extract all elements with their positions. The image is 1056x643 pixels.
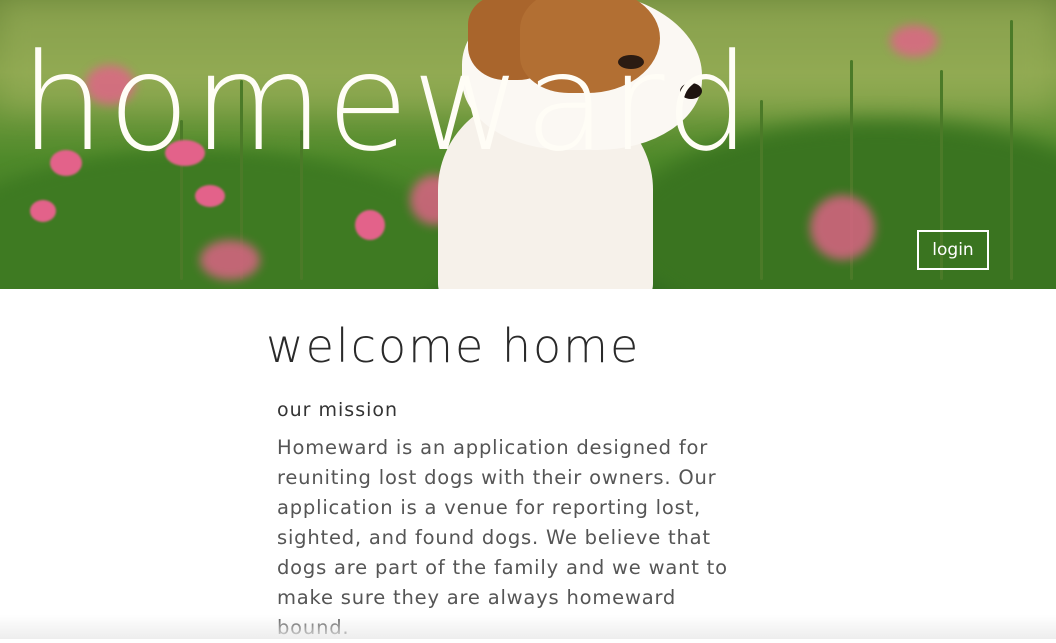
flower xyxy=(30,200,56,222)
mission-text: Homeward is an application designed for … xyxy=(277,436,728,639)
flower xyxy=(195,185,225,207)
flower xyxy=(810,195,875,260)
site-title: homeward xyxy=(20,25,754,181)
mission-heading: our mission xyxy=(277,399,399,421)
flower xyxy=(890,25,938,57)
flower xyxy=(200,240,260,280)
main-content: welcome home our mission Homeward is an … xyxy=(0,289,1056,639)
hero-banner: homeward login xyxy=(0,0,1056,289)
grass-stem xyxy=(1010,20,1013,280)
login-button[interactable]: login xyxy=(917,230,989,270)
flower xyxy=(355,210,385,240)
bottom-fade xyxy=(0,615,1056,639)
welcome-heading: welcome home xyxy=(266,319,641,373)
grass-stem xyxy=(760,100,763,280)
